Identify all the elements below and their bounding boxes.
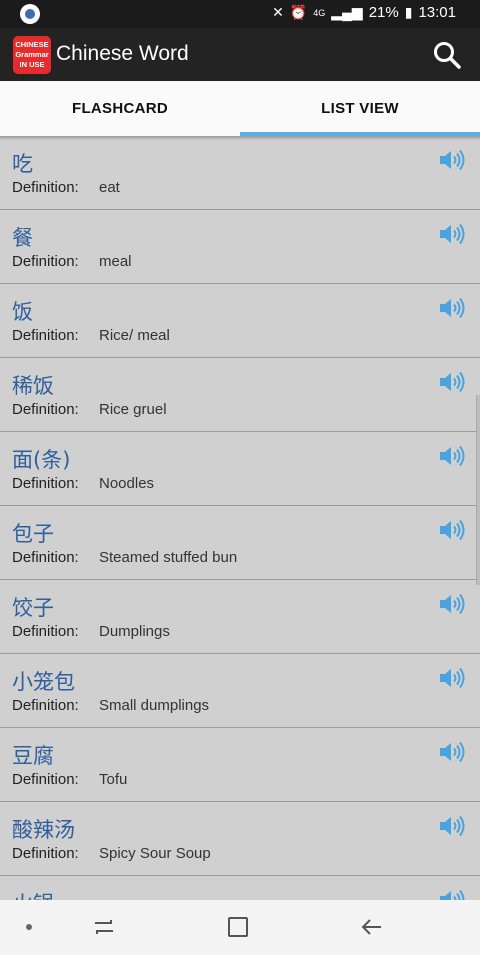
- logo-line: IN USE: [19, 60, 45, 69]
- recent-apps-icon[interactable]: [91, 915, 117, 939]
- word-list-item[interactable]: 饭 Definition: Rice/ meal: [0, 284, 480, 358]
- scrollbar[interactable]: [476, 395, 480, 585]
- navigation-bar: [0, 900, 480, 955]
- word-list-item[interactable]: 餐 Definition: meal: [0, 210, 480, 284]
- definition-label: Definition:: [12, 845, 79, 862]
- logo-line: CHINESE: [15, 40, 49, 49]
- definition-text: meal: [99, 253, 132, 270]
- search-icon[interactable]: [432, 40, 462, 70]
- tab-flashcard[interactable]: FLASHCARD: [0, 81, 240, 136]
- word-list-item[interactable]: 稀饭 Definition: Rice gruel: [0, 358, 480, 432]
- definition-text: Tofu: [99, 771, 128, 788]
- definition-text: Steamed stuffed bun: [99, 549, 238, 566]
- chinese-word: 稀饭: [12, 374, 54, 398]
- definition-text: Dumplings: [99, 623, 170, 640]
- word-list-item[interactable]: 包子 Definition: Steamed stuffed bun: [0, 506, 480, 580]
- definition-label: Definition:: [12, 253, 79, 270]
- speaker-icon[interactable]: [438, 740, 466, 764]
- definition-label: Definition:: [12, 623, 79, 640]
- chinese-word: 小笼包: [12, 670, 75, 694]
- definition-text: Spicy Sour Soup: [99, 845, 211, 862]
- word-list-item[interactable]: 火锅Definition:: [0, 876, 480, 900]
- speaker-icon[interactable]: [438, 370, 466, 394]
- dot-icon[interactable]: [26, 924, 32, 930]
- definition-label: Definition:: [12, 549, 79, 566]
- app-logo: CHINESE Grammar IN USE: [13, 36, 51, 74]
- word-list-item[interactable]: 小笼包 Definition: Small dumplings: [0, 654, 480, 728]
- definition-text: Rice/ meal: [99, 327, 170, 344]
- status-icons: ✕ ⏰ 4G ▂▄▆ 21% ▮ 13:01: [272, 4, 456, 21]
- word-list[interactable]: 吃 Definition: eat 餐 Definition: meal 饭 Definiti…: [0, 136, 480, 900]
- chinese-word: 酸辣汤: [12, 818, 75, 842]
- chinese-word: 面(条): [12, 448, 71, 472]
- definition-text: Noodles: [99, 475, 155, 492]
- definition-label: Definition:: [12, 697, 79, 714]
- clock: 13:01: [418, 4, 456, 21]
- tab-bar: FLASHCARD LIST VIEW: [0, 81, 480, 136]
- definition-text: eat: [99, 179, 120, 196]
- word-list-item[interactable]: 饺子 Definition: Dumplings: [0, 580, 480, 654]
- definition-text: Small dumplings: [99, 697, 210, 714]
- speaker-icon[interactable]: [438, 444, 466, 468]
- alarm-icon: ⏰: [289, 4, 308, 20]
- signal-icon: ▂▄▆: [331, 4, 363, 20]
- word-list-item[interactable]: 豆腐 Definition: Tofu: [0, 728, 480, 802]
- definition-label: Definition:: [12, 401, 79, 418]
- speaker-icon[interactable]: [438, 814, 466, 838]
- logo-line: Grammar: [15, 50, 49, 59]
- speaker-icon[interactable]: [438, 296, 466, 320]
- chinese-word: 饺子: [12, 596, 54, 620]
- speaker-icon[interactable]: [438, 518, 466, 542]
- speaker-icon[interactable]: [438, 888, 466, 900]
- home-icon[interactable]: [225, 915, 251, 939]
- speaker-icon[interactable]: [438, 666, 466, 690]
- chinese-word: 吃: [12, 152, 33, 176]
- battery-icon: ▮: [404, 4, 413, 20]
- chinese-word: 豆腐: [12, 744, 54, 768]
- tab-list-view[interactable]: LIST VIEW: [240, 81, 480, 136]
- status-bar: ✕ ⏰ 4G ▂▄▆ 21% ▮ 13:01: [0, 0, 480, 28]
- speaker-icon[interactable]: [438, 222, 466, 246]
- word-list-item[interactable]: 面(条) Definition: Noodles: [0, 432, 480, 506]
- word-list-item[interactable]: 吃 Definition: eat: [0, 136, 480, 210]
- 4g-icon: 4G: [313, 7, 326, 18]
- speaker-icon[interactable]: [438, 592, 466, 616]
- app-bar: CHINESE Grammar IN USE Chinese Word: [0, 28, 480, 81]
- tab-shadow: [0, 136, 480, 140]
- chinese-word: 饭: [12, 300, 33, 324]
- battery-percent: 21%: [368, 4, 399, 21]
- app-title: Chinese Word: [56, 42, 189, 65]
- speaker-icon[interactable]: [438, 148, 466, 172]
- definition-label: Definition:: [12, 475, 79, 492]
- definition-text: Rice gruel: [99, 401, 167, 418]
- definition-label: Definition:: [12, 179, 79, 196]
- definition-label: Definition:: [12, 327, 79, 344]
- notification-icon: [20, 4, 40, 24]
- chinese-word: 火锅: [12, 888, 54, 900]
- back-icon[interactable]: [359, 915, 385, 939]
- word-list-item[interactable]: 酸辣汤 Definition: Spicy Sour Soup: [0, 802, 480, 876]
- chinese-word: 餐: [12, 226, 33, 250]
- mute-icon: ✕: [272, 4, 284, 20]
- chinese-word: 包子: [12, 522, 54, 546]
- definition-label: Definition:: [12, 771, 79, 788]
